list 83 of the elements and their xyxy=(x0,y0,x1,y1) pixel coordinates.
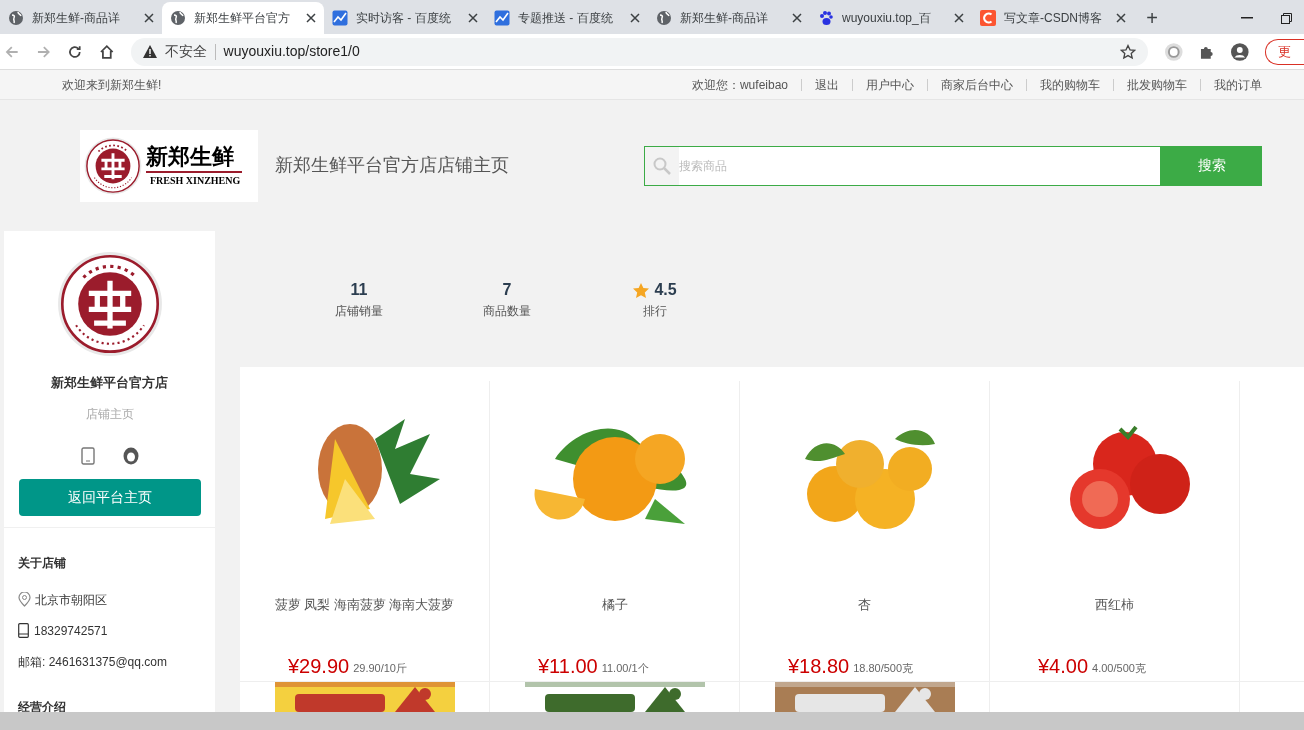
reload-icon[interactable] xyxy=(67,43,83,60)
store-email: 邮箱: 2461631375@qq.com xyxy=(18,653,168,671)
chart-icon xyxy=(494,10,510,26)
top-link[interactable]: 欢迎您：wufeibao xyxy=(691,75,788,94)
warning-icon xyxy=(142,45,157,58)
tab-title: 写文章-CSDN博客 xyxy=(1004,10,1103,27)
store-address: 北京市朝阳区 xyxy=(35,591,107,609)
close-icon[interactable] xyxy=(468,13,478,23)
product-price: ¥4.00 xyxy=(1038,654,1089,677)
browser-tab[interactable]: 新郑生鲜平台官方 xyxy=(162,2,324,34)
star-icon[interactable] xyxy=(1119,43,1136,60)
close-icon[interactable] xyxy=(792,13,802,23)
globe-icon xyxy=(656,10,672,26)
c-logo-icon xyxy=(980,10,996,26)
globe-icon xyxy=(170,10,186,26)
stat-label: 排行 xyxy=(643,303,667,320)
seal-logo xyxy=(84,136,142,195)
product-name: 菠萝 凤梨 海南菠萝 海南大菠萝 xyxy=(274,596,455,614)
minimize-icon[interactable] xyxy=(1241,17,1253,19)
welcome-text: 欢迎来到新郑生鲜! xyxy=(62,76,162,94)
product-price: ¥18.80 xyxy=(788,654,850,677)
new-tab-button[interactable]: + xyxy=(1134,2,1170,34)
phone-icon xyxy=(18,623,29,638)
store-subtitle: 店铺主页 xyxy=(85,405,134,423)
logo-subtitle: FRESH XINZHENG xyxy=(149,174,241,188)
product-price: ¥11.00 xyxy=(538,654,598,677)
address-field[interactable]: 不安全 wuyouxiu.top/store1/0 xyxy=(130,37,1148,66)
globe-icon xyxy=(8,10,24,26)
unit-price: 11.00/1个 xyxy=(601,661,649,676)
stat-value: 7 xyxy=(502,280,512,300)
product-card[interactable]: 西红柿 ¥4.00 4.00/500克 xyxy=(990,381,1240,681)
url-text: wuyouxiu.top/store1/0 xyxy=(223,42,361,61)
about-heading: 关于店铺 xyxy=(18,554,67,572)
product-name: 西红柿 xyxy=(1095,596,1134,614)
close-icon[interactable] xyxy=(306,13,316,23)
product-price: ¥29.90 xyxy=(288,654,350,677)
back-home-button[interactable]: 返回平台主页 xyxy=(18,478,201,516)
location-pin-icon xyxy=(18,592,31,607)
product-card[interactable]: 杏 ¥18.80 18.80/500克 xyxy=(740,381,990,681)
unit-price: 4.00/500克 xyxy=(1092,661,1146,676)
home-icon[interactable] xyxy=(98,43,115,60)
store-phone: 18329742571 xyxy=(34,622,108,640)
product-card[interactable]: 橘子 ¥11.00 11.00/1个 xyxy=(490,381,740,681)
stat-value: 4.5 xyxy=(654,280,677,300)
product-name: 杏 xyxy=(858,596,871,614)
close-icon[interactable] xyxy=(144,13,154,23)
top-link[interactable]: 退出 xyxy=(815,75,839,94)
product-name: 橘子 xyxy=(601,596,628,614)
profile-icon[interactable] xyxy=(1231,42,1249,61)
stat-label: 店铺销量 xyxy=(335,303,383,320)
paw-icon xyxy=(818,10,834,26)
phone-icon[interactable] xyxy=(80,446,95,465)
stat-label: 商品数量 xyxy=(483,303,531,320)
top-link[interactable]: 我的订单 xyxy=(1214,75,1262,94)
tab-title: 新郑生鲜-商品详 xyxy=(680,10,769,27)
restore-icon[interactable] xyxy=(1281,12,1292,24)
extension-circle-icon[interactable] xyxy=(1163,41,1184,62)
stat-value: 11 xyxy=(350,280,368,300)
product-card[interactable]: 菠萝 凤梨 海南菠萝 海南大菠萝 ¥29.90 29.90/10斤 xyxy=(240,381,490,681)
scrollbar[interactable] xyxy=(0,712,1304,730)
logo-title: 新郑生鲜 xyxy=(146,143,242,173)
store-name: 新郑生鲜平台官方店 xyxy=(51,374,168,392)
close-icon[interactable] xyxy=(954,13,964,23)
top-link[interactable]: 商家后台中心 xyxy=(941,75,1013,94)
page-title: 新郑生鲜平台官方店店铺主页 xyxy=(275,154,509,177)
chart-icon xyxy=(332,10,348,26)
tab-title: 新郑生鲜-商品详 xyxy=(32,10,121,27)
tab-title: 专题推送 - 百度统 xyxy=(518,10,614,27)
tab-title: 新郑生鲜平台官方 xyxy=(194,10,291,27)
tab-title: wuyouxiu.top_百 xyxy=(842,10,932,27)
close-icon[interactable] xyxy=(630,13,640,23)
tab-title: 实时访客 - 百度统 xyxy=(356,10,452,27)
search-icon xyxy=(653,156,671,175)
intro-heading: 经营介绍 xyxy=(18,698,67,716)
top-link[interactable]: 批发购物车 xyxy=(1127,75,1187,94)
unit-price: 18.80/500克 xyxy=(853,661,914,676)
top-link[interactable]: 我的购物车 xyxy=(1040,75,1100,94)
site-logo[interactable]: 新郑生鲜 FRESH XINZHENG xyxy=(80,129,258,202)
top-link[interactable]: 用户中心 xyxy=(866,75,914,94)
close-icon[interactable] xyxy=(1116,13,1126,23)
security-label: 不安全 xyxy=(164,42,207,61)
star-icon xyxy=(633,282,650,298)
unit-price: 29.90/10斤 xyxy=(353,661,407,676)
